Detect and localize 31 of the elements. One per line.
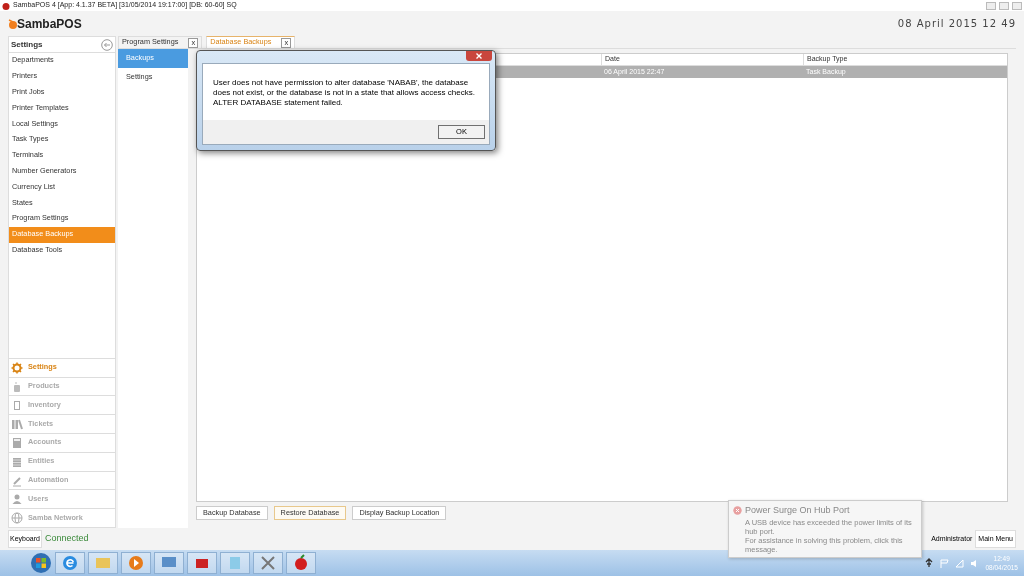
error-icon: [733, 506, 742, 516]
rectangle-icon: [11, 399, 23, 412]
flag-icon: [940, 558, 950, 568]
dialog-message: User does not have permission to alter database 'NABAB', the database does not exist, or the database is not in a state that allows access checks.: [213, 78, 476, 98]
pen-icon: [11, 474, 23, 487]
books-icon: [11, 418, 23, 431]
app-logo: SambaPOS: [17, 15, 82, 33]
gear-icon: [11, 361, 23, 374]
close-button[interactable]: [1012, 1, 1022, 10]
maximize-button[interactable]: [999, 1, 1009, 10]
calculator-icon: [11, 436, 23, 449]
logo-icon: [8, 18, 17, 29]
dialog-detail: ALTER DATABASE statement failed.: [213, 98, 344, 108]
browser-icon[interactable]: [61, 554, 79, 572]
start-button-icon[interactable]: [30, 552, 52, 574]
sidebar-title: Settings: [11, 38, 43, 51]
user-icon: [11, 493, 23, 506]
apple-icon: [2, 1, 10, 10]
dialog-close-button[interactable]: [466, 51, 492, 61]
close-icon: [476, 53, 482, 59]
notification-title: Power Surge On Hub Port: [745, 504, 850, 517]
cup-icon: [11, 380, 23, 393]
globe-icon: [11, 512, 23, 525]
network-icon: [955, 558, 965, 568]
usb-icon: [924, 558, 935, 568]
minimize-button[interactable]: [986, 1, 996, 10]
table-icon: [11, 455, 23, 468]
clock-text: 08 April 2015 12 49: [897, 17, 1016, 31]
apple-icon[interactable]: [292, 554, 310, 572]
connection-status: Connected: [44, 532, 89, 546]
media-player-icon[interactable]: [127, 554, 145, 572]
